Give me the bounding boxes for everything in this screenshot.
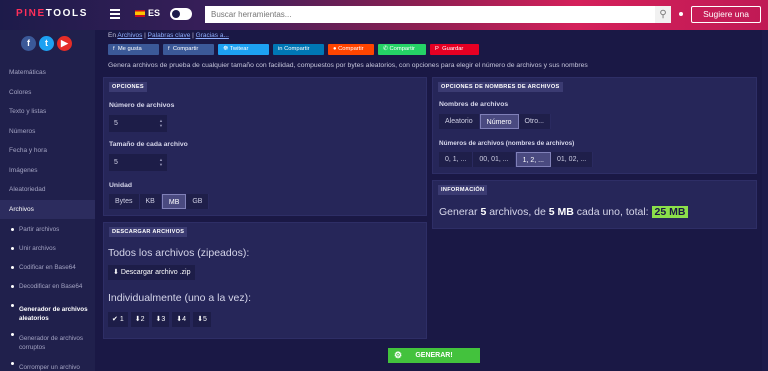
filenames-otro[interactable]: Otro... [518,114,551,129]
sidebar-sub-codificar[interactable]: Codificar en Base64 [0,263,95,282]
menu-icon[interactable] [110,9,120,19]
info-count: 5 [480,206,487,218]
whatsapp-share-button[interactable]: ✆ Compartir [378,44,426,55]
download-file-5-button[interactable]: ⬇5 [193,312,211,327]
sidebar-item-archivos[interactable]: Archivos [0,199,95,219]
theme-toggle[interactable] [170,8,192,20]
reddit-share-button[interactable]: ● Compartir [328,44,374,55]
sidebar-item-imagenes[interactable]: Imágenes [0,161,95,181]
social-links: f t ▶ [21,36,72,51]
download-all-label: Todos los archivos (zipeados): [108,247,250,259]
sidebar-item-aleatoriedad[interactable]: Aleatoriedad [0,180,95,200]
filenames-aleatorio[interactable]: Aleatorio [439,114,480,129]
sidebar-item-fecha[interactable]: Fecha y hora [0,141,95,161]
sidebar-sub-decodificar[interactable]: Decodificar en Base64 [0,282,95,301]
sidebar: f t ▶ Matemáticas Colores Texto y listas… [0,30,95,371]
unit-gb[interactable]: GB [186,194,210,209]
breadcrumb-palabras-clave[interactable]: Palabras clave [148,32,191,39]
num-files-input[interactable]: 5 ▲ ▼ [109,115,167,132]
youtube-icon[interactable]: ▶ [57,36,72,51]
breadcrumb: En Archivos | Palabras clave | Gracias a… [108,32,229,39]
sidebar-item-texto[interactable]: Texto y listas [0,102,95,122]
facebook-share-button[interactable]: f Compartir [163,44,214,55]
unit-bytes[interactable]: Bytes [109,194,140,209]
suggest-button[interactable]: Sugiere una [691,6,761,23]
download-title: DESCARGAR ARCHIVOS [109,227,188,237]
generate-button[interactable]: ⚙ GENERAR! [388,348,480,363]
facebook-like-button[interactable]: f Me gusta [108,44,159,55]
page-description: Genera archivos de prueba de cualquier t… [108,62,588,69]
sidebar-sub-unir[interactable]: Unir archivos [0,244,95,263]
gear-icon: ⚙ [394,350,403,360]
breadcrumb-gracias[interactable]: Gracias a... [196,32,229,39]
format-1[interactable]: 1, 2, ... [515,152,551,167]
facebook-icon[interactable]: f [21,36,36,51]
info-title: INFORMACIÓN [438,185,488,195]
unit-selector: Bytes KB MB GB [109,194,210,209]
num-files-stepper-icon[interactable]: ▲ ▼ [158,118,164,129]
filenames-panel: OPCIONES DE NOMBRES DE ARCHIVOS Nombres … [432,77,757,174]
download-file-2-button[interactable]: ⬇2 [130,312,149,327]
info-total-badge: 25 MB [651,206,689,218]
sidebar-sub-generador-aleatorios[interactable]: Generador de archivos aleatorios [0,301,92,330]
download-icon: ⬇ [113,269,119,276]
filenames-selector: Aleatorio Número Otro... [439,114,551,129]
file-size-stepper-icon[interactable]: ▲ ▼ [158,157,164,168]
pinterest-save-button[interactable]: P Guardar [430,44,479,55]
sidebar-item-colores[interactable]: Colores [0,83,95,103]
logo[interactable]: PINETOOLS [16,8,88,19]
options-title: OPCIONES [109,82,147,92]
download-file-1-button[interactable]: ✔ 1 [108,312,128,327]
filenumbers-selector: 0, 1, ... 00, 01, ... 1, 2, ... 01, 02, … [439,152,594,167]
breadcrumb-archivos[interactable]: Archivos [117,32,142,39]
share-bar: f Me gusta f Compartir ☸ Twitear in Comp… [108,44,479,55]
format-0[interactable]: 0, 1, ... [439,152,474,167]
download-individual-buttons: ✔ 1 ⬇2 ⬇3 ⬇4 ⬇5 [108,312,211,327]
sidebar-menu: Matemáticas Colores Texto y listas Númer… [0,63,95,371]
sidebar-sub-partir[interactable]: Partir archivos [0,225,95,244]
sidebar-item-matematicas[interactable]: Matemáticas [0,63,95,83]
file-size-label: Tamaño de cada archivo [109,141,188,148]
twitter-share-button[interactable]: ☸ Twitear [218,44,269,55]
top-bar: PINETOOLS ES ⚲ Sugiere una [0,0,768,30]
unit-mb[interactable]: MB [161,194,187,209]
filenames-title: OPCIONES DE NOMBRES DE ARCHIVOS [438,82,563,92]
filenames-numero[interactable]: Número [479,114,519,129]
options-panel: OPCIONES Número de archivos 5 ▲ ▼ Tamaño … [103,77,427,216]
download-file-3-button[interactable]: ⬇3 [151,312,170,327]
info-size: 5 MB [548,206,574,218]
file-size-input[interactable]: 5 ▲ ▼ [109,154,167,171]
language-selector[interactable]: ES [148,8,160,18]
sidebar-sub-generador-corruptos[interactable]: Generador de archivos corruptos [0,330,92,359]
format-01[interactable]: 01, 02, ... [551,152,594,167]
download-zip-button[interactable]: ⬇ Descargar archivo .zip [108,265,196,280]
unit-kb[interactable]: KB [139,194,162,209]
check-icon: ✔ [112,316,118,323]
sidebar-sub-corromper[interactable]: Corromper un archivo [0,359,95,371]
info-panel: INFORMACIÓN [432,180,757,229]
download-individual-label: Individualmente (uno a la vez): [108,292,251,304]
search-input[interactable] [205,6,655,23]
download-file-4-button[interactable]: ⬇4 [172,312,191,327]
search-icon[interactable]: ⚲ [655,6,671,23]
twitter-icon[interactable]: t [39,36,54,51]
format-00[interactable]: 00, 01, ... [473,152,516,167]
num-files-label: Número de archivos [109,102,175,109]
filenumbers-label: Números de archivos (nombres de archivos… [439,140,575,147]
info-summary: Generar 5 archivos, de 5 MB cada uno, to… [439,206,689,218]
filenames-label: Nombres de archivos [439,101,509,108]
user-dot-icon[interactable] [679,12,683,16]
unit-label: Unidad [109,182,133,189]
scrollbar[interactable] [762,30,768,371]
sidebar-item-numeros[interactable]: Números [0,122,95,142]
spain-flag-icon[interactable] [135,10,145,17]
linkedin-share-button[interactable]: in Compartir [273,44,324,55]
toggle-knob [172,10,180,18]
